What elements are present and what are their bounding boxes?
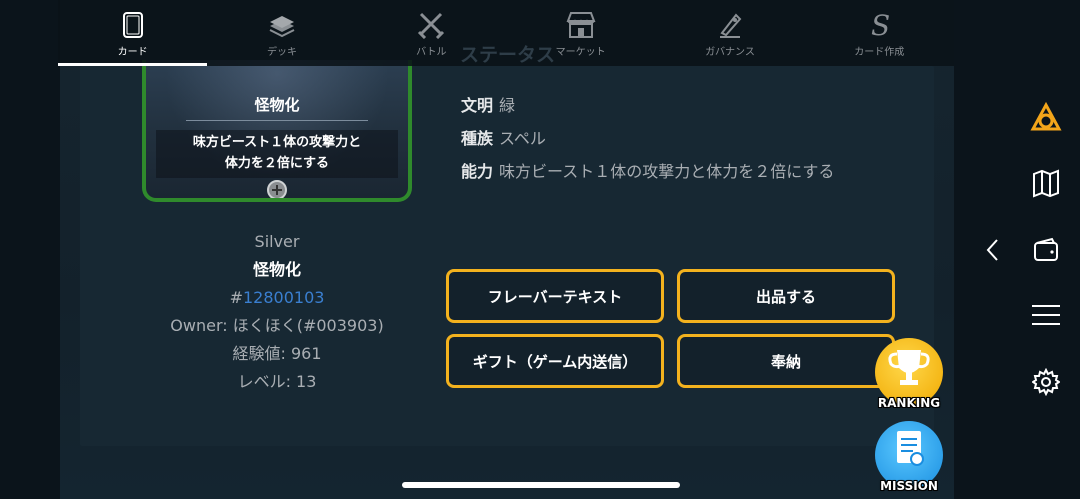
ability-label: 能力: [461, 162, 494, 181]
card-divider: [186, 120, 368, 121]
card-image-description: 味方ビースト１体の攻撃力と 体力を２倍にする: [156, 130, 398, 178]
nav-tab-label: ガバナンス: [705, 47, 755, 58]
card-image: 怪物化 味方ビースト１体の攻撃力と 体力を２倍にする: [142, 60, 412, 202]
rarity-text: Silver: [254, 232, 300, 251]
mission-badge[interactable]: MISSION: [875, 421, 943, 493]
flavor-text-button[interactable]: フレーバーテキスト: [446, 269, 664, 323]
dedicate-button[interactable]: 奉納: [677, 334, 895, 388]
card-gem-icon: [267, 180, 287, 198]
civilization-row: 文明緑: [461, 92, 515, 116]
card-image-name: 怪物化: [254, 96, 300, 114]
nav-tab-label: カード作成: [854, 47, 905, 58]
nav-tab-label: マーケット: [555, 47, 606, 58]
card-name: 怪物化: [252, 260, 301, 279]
nav-tab-deck[interactable]: デッキ: [207, 0, 356, 66]
card-id-prefix: #: [229, 288, 243, 307]
card-description-line1: 味方ビースト１体の攻撃力と: [192, 135, 362, 150]
deck-icon: [266, 10, 298, 40]
left-margin: [0, 0, 60, 499]
ability-row: 能力 味方ビースト１体の攻撃力と体力を２倍にする: [461, 158, 834, 182]
race-value: スペル: [499, 129, 546, 148]
ranking-badge[interactable]: RANKING: [875, 338, 943, 410]
card-id: #12800103: [142, 284, 412, 312]
race-row: 種族 スペル: [461, 125, 546, 149]
chevron-left-icon[interactable]: [980, 236, 1004, 264]
level-text: レベル: 13: [237, 372, 317, 391]
shop-icon: [565, 10, 597, 40]
card-info: Silver 怪物化 #12800103 Owner: ほくほく(#003903…: [142, 228, 412, 396]
exp-text: 経験値: 961: [232, 344, 322, 363]
nav-tab-label: バトル: [416, 47, 447, 58]
map-icon[interactable]: [1028, 165, 1064, 201]
scroll-icon: [897, 431, 924, 466]
swords-icon: [415, 10, 447, 40]
owner-text: Owner: ほくほく(#003903): [170, 316, 384, 335]
logo-icon[interactable]: [1028, 100, 1064, 136]
s-script-icon: S: [863, 10, 895, 40]
quill-icon: [714, 10, 746, 40]
card-id-link[interactable]: 12800103: [243, 288, 324, 307]
nav-tab-governance[interactable]: ガバナンス: [655, 0, 804, 66]
ranking-label: RANKING: [877, 396, 941, 410]
wallet-icon[interactable]: [1028, 232, 1064, 268]
race-label: 種族: [461, 129, 494, 148]
nav-tab-label: カード: [117, 47, 148, 58]
card-description-line2: 体力を２倍にする: [224, 156, 330, 171]
svg-text:S: S: [871, 10, 890, 40]
menu-icon[interactable]: [1028, 297, 1064, 333]
ability-value: 味方ビースト１体の攻撃力と体力を２倍にする: [499, 162, 835, 181]
civilization-label: 文明: [461, 96, 494, 115]
settings-icon[interactable]: [1028, 364, 1064, 400]
home-indicator[interactable]: [402, 482, 680, 488]
nav-tab-label: デッキ: [266, 47, 297, 58]
nav-tab-card[interactable]: カード: [58, 0, 208, 66]
status-title: ステータス: [460, 44, 556, 66]
civilization-value: 緑: [499, 96, 516, 115]
list-for-sale-button[interactable]: 出品する: [677, 269, 895, 323]
gift-button[interactable]: ギフト（ゲーム内送信）: [446, 334, 664, 388]
mission-label: MISSION: [880, 479, 938, 493]
card-icon: [117, 10, 149, 40]
nav-tab-card-creation[interactable]: S カード作成: [805, 0, 954, 66]
trophy-icon: [888, 350, 930, 385]
